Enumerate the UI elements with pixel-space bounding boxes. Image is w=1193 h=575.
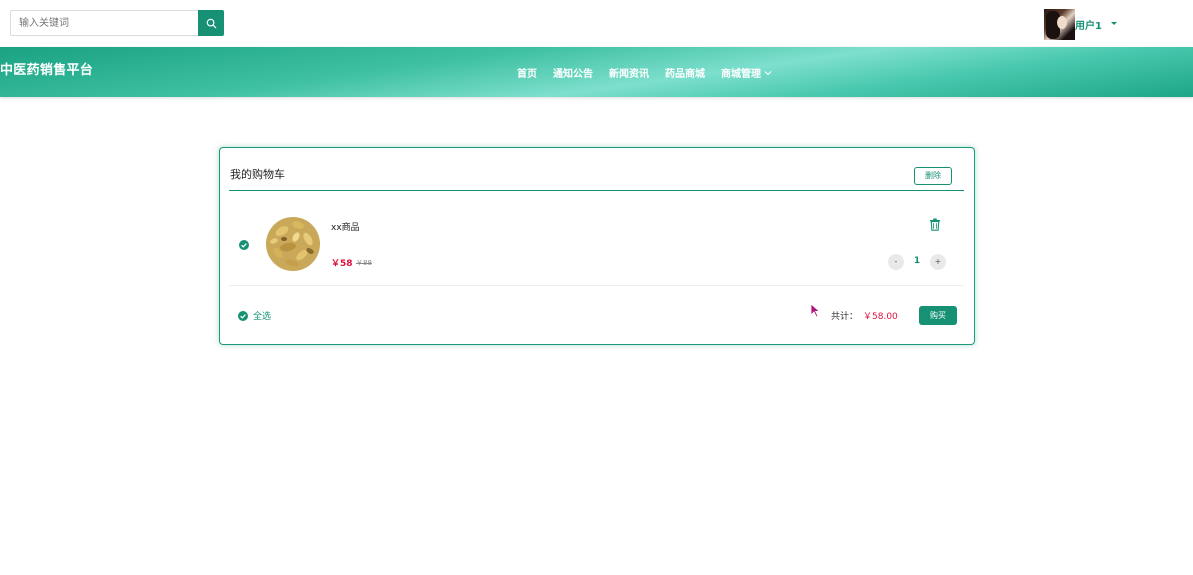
nav-bar: 中医药销售平台 首页 通知公告 新闻资讯 药品商城 商城管理 [0, 47, 1193, 97]
total-label: 共计： [831, 312, 859, 322]
delete-button[interactable]: 删除 [914, 167, 952, 185]
product-image[interactable] [264, 211, 322, 273]
divider [229, 285, 964, 286]
nav-item-shop-management[interactable]: 商城管理 [721, 65, 772, 80]
product-price: ￥58 [331, 259, 353, 269]
avatar-face [1057, 16, 1067, 29]
nav-item-home[interactable]: 首页 [517, 65, 537, 80]
search-icon [206, 18, 216, 28]
quantity-decrease-button[interactable]: - [888, 254, 904, 270]
user-name[interactable]: 用户1 [1075, 17, 1102, 32]
divider [229, 190, 964, 191]
cart-card: 我的购物车 删除 xx商品 ￥58 ￥88 - 1 + 全选 共计： ￥58.0… [219, 147, 975, 345]
product-old-price: ￥88 [356, 259, 372, 267]
search-button[interactable] [198, 10, 224, 36]
trash-icon[interactable] [929, 218, 941, 231]
select-all-label[interactable]: 全选 [253, 309, 271, 322]
check-circle-icon [240, 314, 246, 319]
top-bar: 用户1 [0, 0, 1193, 47]
product-name[interactable]: xx商品 [331, 220, 360, 233]
nav-item-shop[interactable]: 药品商城 [665, 65, 705, 80]
total-value: ￥58.00 [863, 312, 898, 322]
buy-button[interactable]: 购买 [919, 306, 957, 325]
mouse-cursor-icon [810, 303, 821, 318]
check-circle-icon [241, 243, 247, 248]
nav-item-notices[interactable]: 通知公告 [553, 65, 593, 80]
item-checkbox[interactable] [239, 240, 249, 250]
nav-item-news[interactable]: 新闻资讯 [609, 65, 649, 80]
chevron-down-icon [764, 70, 772, 75]
quantity-value: 1 [913, 256, 921, 266]
search-input[interactable] [10, 10, 198, 36]
avatar[interactable] [1044, 9, 1075, 40]
cart-title: 我的购物车 [230, 168, 285, 181]
main-nav: 首页 通知公告 新闻资讯 药品商城 商城管理 [517, 65, 788, 80]
select-all-checkbox[interactable] [238, 311, 248, 321]
quantity-increase-button[interactable]: + [930, 254, 946, 270]
site-title: 中医药销售平台 [0, 63, 94, 78]
nav-item-label: 商城管理 [721, 69, 761, 80]
caret-down-icon[interactable] [1111, 22, 1117, 25]
